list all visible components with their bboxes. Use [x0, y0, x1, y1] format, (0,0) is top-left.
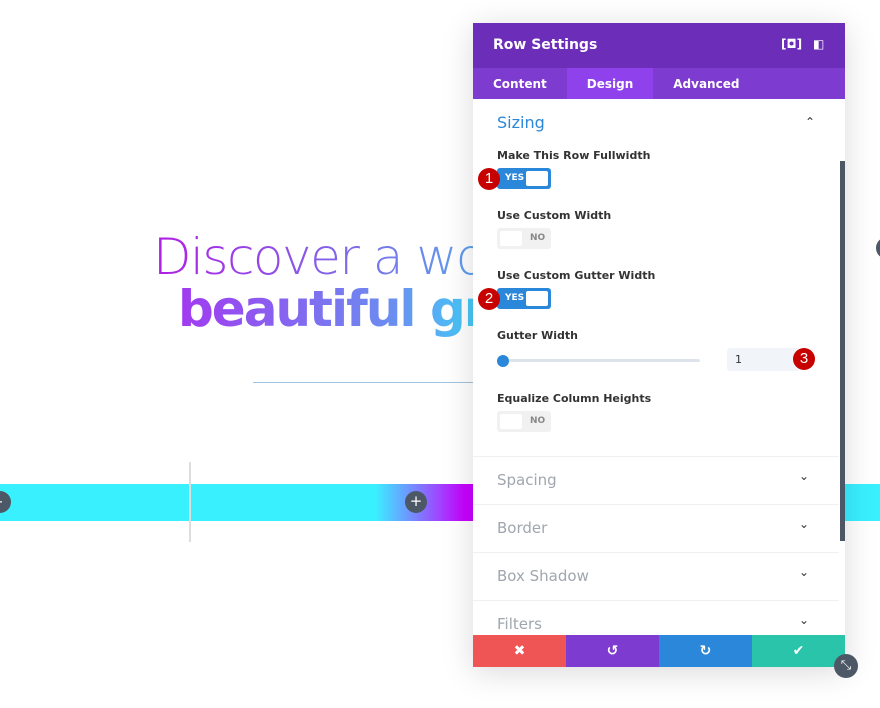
toggle-knob — [526, 171, 548, 186]
tab-design[interactable]: Design — [566, 68, 654, 99]
column-divider — [189, 462, 191, 542]
row-settings-panel: Row Settings [◘] ◧ Content Design Advanc… — [473, 23, 845, 667]
gutter-slider-handle[interactable] — [497, 355, 509, 367]
resize-icon[interactable]: ⤡ — [834, 654, 858, 678]
fullwidth-toggle[interactable]: YES — [497, 168, 551, 189]
toggle-text: NO — [530, 416, 546, 426]
custom-gutter-toggle[interactable]: YES — [497, 288, 551, 309]
tab-content[interactable]: Content — [473, 68, 567, 99]
section-border[interactable]: Border ⌄ — [473, 504, 839, 552]
save-button[interactable]: ✔ — [752, 635, 845, 667]
hero-heading-line2: beautiful gr — [178, 280, 488, 338]
split-view-icon[interactable]: ◧ — [813, 37, 824, 51]
section-box-shadow[interactable]: Box Shadow ⌄ — [473, 552, 839, 600]
custom-width-toggle[interactable]: NO — [497, 228, 551, 249]
chevron-down-icon: ⌄ — [798, 469, 809, 483]
side-handle-icon[interactable] — [876, 237, 880, 259]
gutter-width-input[interactable]: 1 — [727, 348, 800, 371]
focus-icon[interactable]: [◘] — [781, 37, 802, 51]
toggle-knob — [500, 231, 522, 246]
equalize-heights-toggle[interactable]: NO — [497, 411, 551, 432]
equalize-heights-label: Equalize Column Heights — [497, 392, 652, 405]
toggle-text: YES — [505, 293, 525, 303]
toggle-knob — [500, 414, 522, 429]
chevron-up-icon[interactable]: ⌃ — [805, 115, 815, 129]
toggle-text: NO — [530, 233, 546, 243]
gutter-width-toggle-label: Use Custom Gutter Width — [497, 269, 656, 282]
chevron-down-icon: ⌄ — [798, 517, 809, 531]
gutter-slider-track[interactable] — [503, 359, 700, 362]
add-module-button[interactable]: + — [405, 491, 427, 513]
custom-width-label: Use Custom Width — [497, 209, 612, 222]
callout-badge: 3 — [793, 348, 815, 370]
section-label: Filters — [497, 615, 542, 633]
undo-button[interactable]: ↺ — [566, 635, 659, 667]
chevron-down-icon: ⌄ — [798, 613, 809, 627]
section-label: Spacing — [497, 471, 557, 489]
divider — [253, 382, 473, 383]
section-label: Border — [497, 519, 548, 537]
toggle-text: YES — [505, 173, 525, 183]
toggle-knob — [526, 291, 548, 306]
redo-button[interactable]: ↻ — [659, 635, 752, 667]
panel-header: Row Settings [◘] ◧ — [473, 23, 845, 68]
tab-advanced[interactable]: Advanced — [653, 68, 759, 99]
section-sizing-title[interactable]: Sizing — [497, 113, 545, 132]
panel-footer: ✖ ↺ ↻ ✔ — [473, 635, 845, 667]
fullwidth-label: Make This Row Fullwidth — [497, 149, 651, 162]
section-label: Box Shadow — [497, 567, 589, 585]
callout-badge: 1 — [478, 168, 500, 190]
hero-heading-line1: Discover a wo — [153, 228, 486, 286]
scrollbar[interactable] — [840, 161, 845, 541]
section-spacing[interactable]: Spacing ⌄ — [473, 456, 839, 504]
panel-title: Row Settings — [493, 37, 598, 53]
gutter-width-label: Gutter Width — [497, 329, 578, 342]
tab-bar: Content Design Advanced — [473, 68, 845, 99]
cancel-button[interactable]: ✖ — [473, 635, 566, 667]
chevron-down-icon: ⌄ — [798, 565, 809, 579]
callout-badge: 2 — [478, 288, 500, 310]
